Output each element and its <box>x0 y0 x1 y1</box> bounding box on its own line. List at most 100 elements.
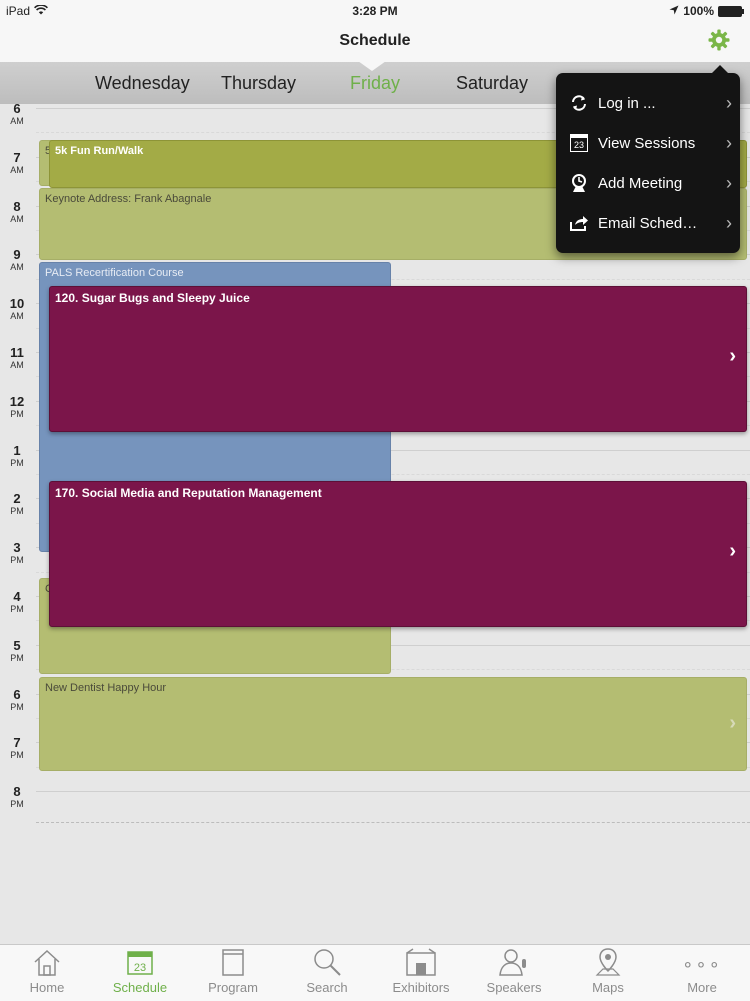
menu-item-label: Log in ... <box>598 94 656 112</box>
hour-number: 7 <box>13 735 21 751</box>
day-tab-saturday[interactable]: Saturday <box>456 73 528 94</box>
book-icon <box>186 947 280 981</box>
hour-number: 7 <box>13 149 21 165</box>
map-pin-icon <box>561 947 655 981</box>
event-title: 170. Social Media and Reputation Managem… <box>55 486 322 500</box>
menu-item-label: Add Meeting <box>598 174 683 192</box>
hour-label: 4 PM <box>0 590 34 615</box>
hour-meridiem: PM <box>10 604 24 614</box>
hour-meridiem: PM <box>10 799 24 810</box>
tab-label: Maps <box>592 980 624 995</box>
hour-label: 8 AM <box>0 199 34 224</box>
tab-label: Program <box>208 980 258 995</box>
event-happy-hour[interactable]: New Dentist Happy Hour › <box>39 677 747 771</box>
tab-exhibitors[interactable]: Exhibitors <box>374 945 468 1001</box>
battery-icon <box>718 5 744 17</box>
hour-number: 2 <box>13 491 21 507</box>
page-title: Schedule <box>339 32 411 49</box>
hour-label: 2 PM <box>0 491 34 517</box>
hour-meridiem: PM <box>10 408 24 419</box>
share-icon <box>568 212 590 234</box>
calendar-icon: 23 <box>568 132 590 154</box>
calendar-icon: 23 <box>93 947 187 981</box>
hour-label: 8 PM <box>0 784 34 810</box>
tab-search[interactable]: Search <box>280 945 374 1001</box>
sync-icon <box>568 92 590 114</box>
more-icon: ∘∘∘ <box>682 954 722 974</box>
event-title: Keynote Address: Frank Abagnale <box>45 193 212 205</box>
event-title: 120. Sugar Bugs and Sleepy Juice <box>55 291 250 305</box>
hour-label: 7 PM <box>0 735 34 761</box>
day-tab-thursday[interactable]: Thursday <box>221 73 296 94</box>
calendar-date: 23 <box>134 962 146 974</box>
hour-meridiem: PM <box>10 750 24 761</box>
event-sugar-bugs[interactable]: 120. Sugar Bugs and Sleepy Juice › <box>49 286 747 432</box>
calendar-date: 23 <box>570 134 588 152</box>
hour-meridiem: PM <box>10 457 24 468</box>
status-bar: iPad 3:28 PM 100% <box>0 0 750 22</box>
hour-meridiem: PM <box>10 652 24 663</box>
event-title: 5k Fun Run/Walk <box>55 145 144 157</box>
tab-schedule[interactable]: 23 Schedule <box>93 945 187 1001</box>
hour-number: 12 <box>9 393 25 409</box>
grid-end-divider <box>36 822 750 823</box>
day-tab-friday[interactable]: Friday <box>350 73 400 94</box>
tab-speakers[interactable]: Speakers <box>467 945 561 1001</box>
gear-icon[interactable] <box>706 28 732 54</box>
tab-label: Speakers <box>486 980 542 995</box>
hour-meridiem: AM <box>10 262 24 273</box>
chevron-right-icon: › <box>729 540 736 562</box>
hour-number: 11 <box>10 345 24 360</box>
event-social-media[interactable]: 170. Social Media and Reputation Managem… <box>49 481 747 627</box>
chevron-right-icon: › <box>726 92 732 113</box>
menu-item-add-meeting[interactable]: Add Meeting › <box>556 163 740 203</box>
hour-label: 6 AM <box>0 101 34 127</box>
tab-label: Home <box>29 980 65 995</box>
chevron-right-icon: › <box>726 212 732 233</box>
hour-meridiem: PM <box>10 701 24 712</box>
hour-number: 6 <box>13 686 21 702</box>
tab-maps[interactable]: Maps <box>561 945 655 1001</box>
hour-number: 3 <box>13 540 21 556</box>
chevron-right-icon: › <box>729 712 736 734</box>
hour-label: 9 AM <box>0 247 34 273</box>
hour-meridiem: PM <box>10 555 24 566</box>
tab-label: Schedule <box>112 980 168 995</box>
hour-label: 5 PM <box>0 637 34 663</box>
booth-icon <box>374 947 468 981</box>
event-title: New Dentist Happy Hour <box>45 682 167 694</box>
hour-number: 10 <box>9 296 25 312</box>
hour-meridiem: AM <box>10 311 24 322</box>
event-title: PALS Recertification Course <box>45 267 184 279</box>
tab-program[interactable]: Program <box>186 945 280 1001</box>
chevron-right-icon: › <box>729 345 736 367</box>
hour-meridiem: AM <box>10 360 24 370</box>
hour-label: 10 AM <box>0 296 34 322</box>
day-tab-wednesday[interactable]: Wednesday <box>95 73 190 94</box>
menu-item-view-sessions[interactable]: 23 View Sessions › <box>556 123 740 163</box>
menu-item-log-in[interactable]: Log in ... › <box>556 83 740 123</box>
menu-item-email-schedule[interactable]: Email Sched… › <box>556 203 740 243</box>
hour-number: 1 <box>13 442 21 458</box>
hour-number: 6 <box>13 101 21 116</box>
hour-number: 9 <box>13 247 21 263</box>
tab-home[interactable]: Home <box>0 945 94 1001</box>
search-icon <box>280 947 374 981</box>
chevron-right-icon: › <box>726 172 732 193</box>
hour-number: 8 <box>13 784 21 800</box>
hour-meridiem: AM <box>10 164 24 175</box>
tab-more[interactable]: ∘∘∘ More <box>655 945 749 1001</box>
hour-label: 6 PM <box>0 686 34 712</box>
chevron-right-icon: › <box>726 132 732 153</box>
hour-meridiem: AM <box>10 213 24 224</box>
home-icon <box>0 947 94 981</box>
hour-label: 3 PM <box>0 540 34 566</box>
hour-label: 12 PM <box>0 393 34 419</box>
speaker-icon <box>467 947 561 981</box>
meeting-icon <box>568 172 590 194</box>
hour-number: 5 <box>13 637 21 653</box>
menu-item-label: Email Sched… <box>598 214 698 232</box>
tab-label: More <box>687 980 717 995</box>
tab-label: Exhibitors <box>392 980 450 995</box>
menu-item-label: View Sessions <box>598 134 696 152</box>
